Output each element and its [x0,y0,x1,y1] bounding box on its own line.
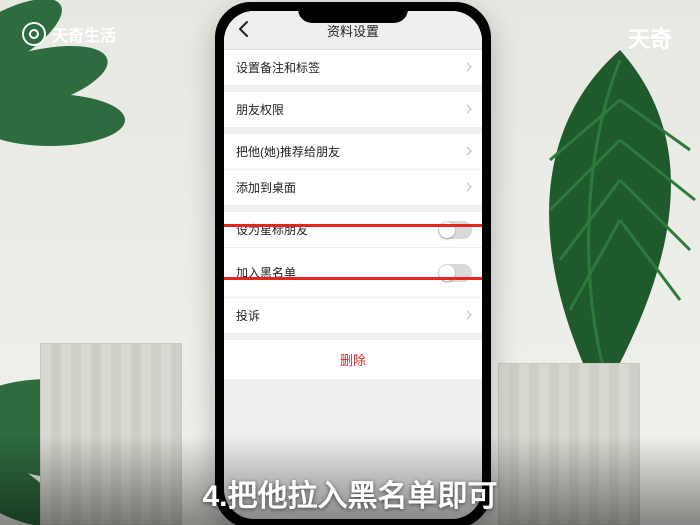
chevron-right-icon [464,103,474,117]
phone-notch [298,5,408,23]
row-label: 设置备注和标签 [236,59,320,76]
brand-logo-left: 天奇生活 [22,22,116,46]
row-add-to-blacklist[interactable]: 加入黑名单 [224,248,482,298]
brand-logo-icon [22,22,46,46]
chevron-right-icon [464,61,474,75]
delete-button[interactable]: 删除 [224,340,482,379]
chevron-right-icon [464,309,474,323]
delete-label: 删除 [340,353,366,368]
row-label: 设为星标朋友 [236,221,308,238]
row-label: 把他(她)推荐给朋友 [236,143,340,160]
row-star-friend[interactable]: 设为星标朋友 [224,212,482,248]
toggle-blacklist[interactable] [438,264,472,282]
row-report[interactable]: 投诉 [224,298,482,334]
row-remark-and-tags[interactable]: 设置备注和标签 [224,50,482,86]
row-label: 添加到桌面 [236,179,296,196]
chevron-right-icon [464,181,474,195]
tutorial-caption: 4.把他拉入黑名单即可 [0,471,700,515]
brand-logo-text: 天奇生活 [52,22,116,46]
row-label: 投诉 [236,307,260,324]
phone-frame: 资料设置 设置备注和标签 朋友权限 把他(她)推荐给朋友 添加 [215,2,491,525]
chevron-right-icon [464,145,474,159]
row-label: 朋友权限 [236,101,284,118]
row-label: 加入黑名单 [236,264,296,281]
phone-screen: 资料设置 设置备注和标签 朋友权限 把他(她)推荐给朋友 添加 [224,11,482,519]
row-recommend-to-friend[interactable]: 把他(她)推荐给朋友 [224,134,482,170]
back-button[interactable] [234,19,254,39]
toggle-star-friend[interactable] [438,221,472,239]
row-friend-permissions[interactable]: 朋友权限 [224,92,482,128]
brand-logo-right: 天奇 [628,22,672,54]
page-title: 资料设置 [327,21,379,40]
row-add-to-desktop[interactable]: 添加到桌面 [224,170,482,206]
